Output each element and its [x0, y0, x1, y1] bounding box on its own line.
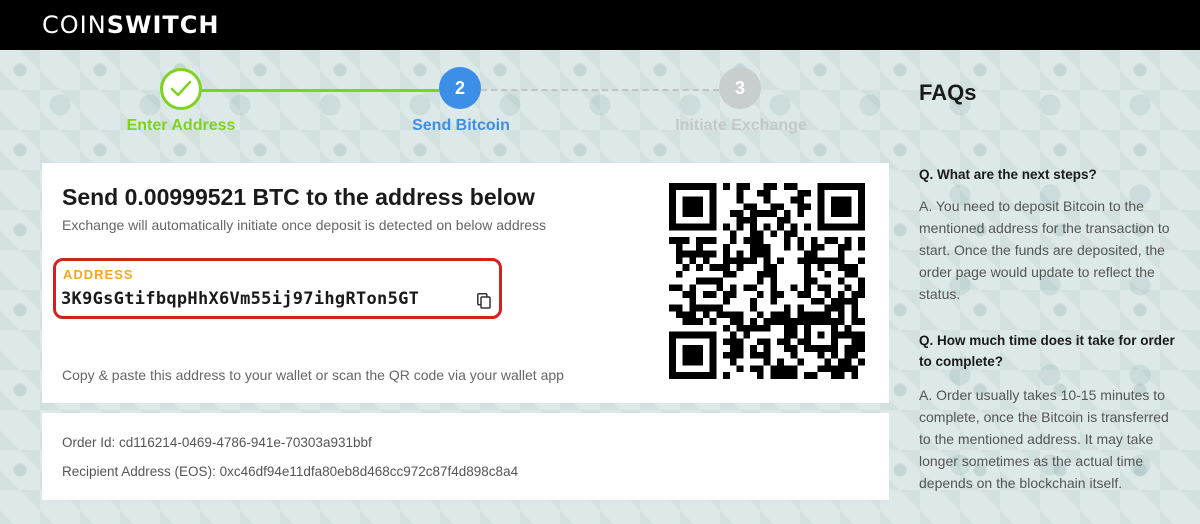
deposit-card: Send 0.00999521 BTC to the address below… — [42, 163, 889, 403]
deposit-title: Send 0.00999521 BTC to the address below — [62, 184, 535, 210]
recipient-address: Recipient Address (EOS): 0xc46df94e11dfa… — [62, 464, 519, 479]
order-details-card: Order Id: cd116214-0469-4786-941e-70303a… — [42, 413, 889, 500]
faq-answer: A. You need to deposit Bitcoin to the me… — [919, 198, 1170, 302]
order-id: Order Id: cd116214-0469-4786-941e-70303a… — [62, 435, 372, 450]
faq-title: FAQs — [919, 80, 977, 105]
top-bar: COINSWITCH — [0, 0, 1200, 50]
copy-hint: Copy & paste this address to your wallet… — [62, 367, 564, 383]
step-2-label: Send Bitcoin — [412, 117, 510, 134]
deposit-address[interactable]: 3K9GsGtifbqpHhX6Vm55ij97ihgRTon5GT — [61, 289, 419, 309]
faq-question: Q. What are the next steps? — [919, 167, 1097, 182]
step-connector-pending — [481, 89, 719, 91]
address-label: ADDRESS — [63, 267, 134, 282]
step-1-circle — [160, 68, 202, 110]
step-connector-complete — [202, 89, 439, 92]
step-3-circle: 3 — [719, 67, 761, 109]
step-3-label: Initiate Exchange — [675, 117, 807, 134]
step-1-label: Enter Address — [126, 117, 236, 134]
qr-code — [669, 183, 865, 379]
deposit-subtitle: Exchange will automatically initiate onc… — [62, 217, 547, 233]
faq-answer: A. Order usually takes 10-15 minutes to … — [919, 387, 1169, 491]
faq-question: Q. How much time does it take for order … — [919, 333, 1175, 369]
coinswitch-logo[interactable]: COINSWITCH — [42, 11, 219, 39]
checkmark-icon — [170, 80, 192, 97]
address-box: ADDRESS 3K9GsGtifbqpHhX6Vm55ij97ihgRTon5… — [53, 258, 502, 319]
copy-icon[interactable] — [477, 293, 491, 309]
step-2-circle: 2 — [439, 67, 481, 109]
